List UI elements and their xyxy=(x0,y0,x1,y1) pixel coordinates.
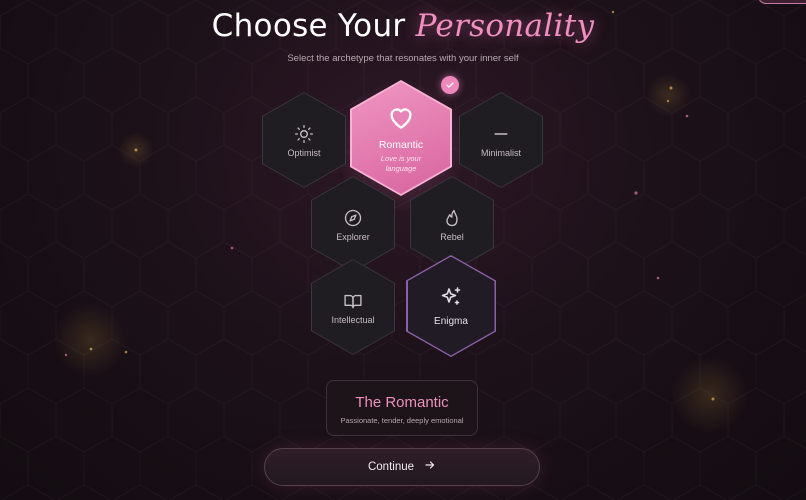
archetype-label: Minimalist xyxy=(480,148,521,158)
selection-name: The Romantic xyxy=(355,394,449,411)
selection-summary-card: The Romantic Passionate, tender, deeply … xyxy=(326,380,478,436)
archetype-label: Romantic xyxy=(378,139,424,151)
corner-pill xyxy=(758,0,806,4)
continue-label: Continue xyxy=(367,461,415,473)
archetype-description: Love is your language xyxy=(380,154,422,173)
sparkles-icon xyxy=(406,285,496,314)
selection-traits: Passionate, tender, deeply emotional xyxy=(340,416,464,425)
archetype-label: Optimist xyxy=(287,148,321,158)
archetype-label: Explorer xyxy=(336,232,370,242)
book-icon xyxy=(311,291,395,316)
page-subtitle: Select the archetype that resonates with… xyxy=(287,53,519,64)
archetype-label: Enigma xyxy=(434,316,468,327)
arrow-right-icon xyxy=(424,458,436,476)
archetype-label: Rebel xyxy=(440,232,464,242)
continue-button[interactable]: Continue xyxy=(264,448,540,486)
compass-icon xyxy=(311,208,395,233)
sun-icon xyxy=(262,124,346,149)
archetype-label: Intellectual xyxy=(331,315,375,325)
title-plain: Choose Your xyxy=(211,8,406,44)
heart-icon xyxy=(350,102,452,137)
minus-icon xyxy=(459,124,543,149)
flame-icon xyxy=(410,208,494,233)
page-title: Choose Your Personality xyxy=(0,8,806,44)
title-accent: Personality xyxy=(415,8,595,44)
check-icon xyxy=(441,76,459,94)
